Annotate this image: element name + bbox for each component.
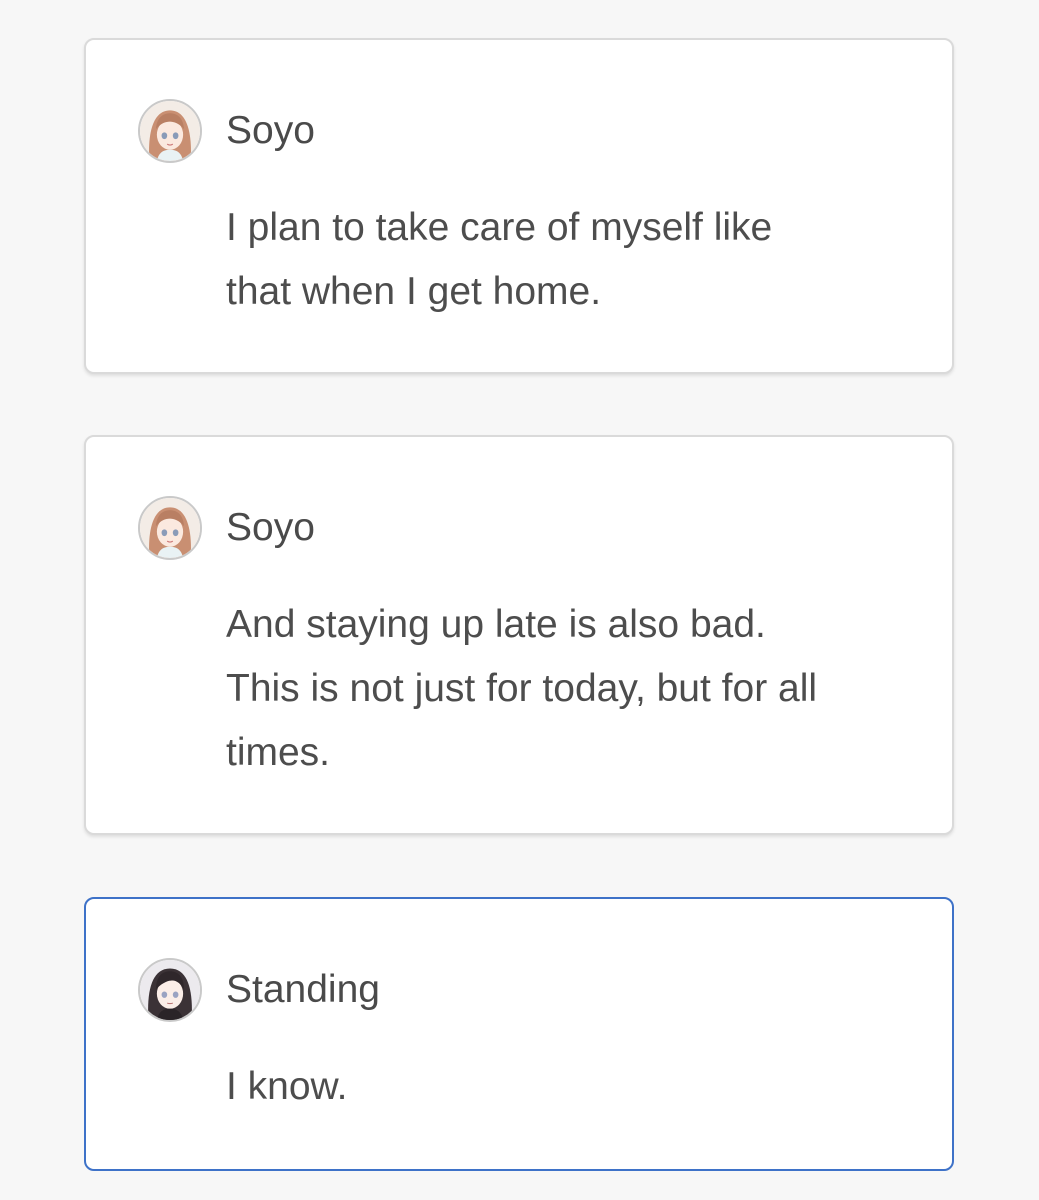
- message-text: And staying up late is also bad. This is…: [226, 593, 912, 785]
- dialogue-card-3[interactable]: Standing I know.: [84, 897, 954, 1171]
- speaker-name: Standing: [226, 968, 380, 1011]
- speaker-name: Soyo: [226, 109, 315, 152]
- dialogue-card-1[interactable]: Soyo I plan to take care of myself like …: [84, 38, 954, 374]
- dialogue-header: Soyo: [138, 495, 315, 561]
- message-text: I know.: [226, 1055, 912, 1119]
- message-text: I plan to take care of myself like that …: [226, 196, 912, 324]
- standing-avatar-icon: [138, 958, 202, 1022]
- soyo-avatar-icon: [138, 496, 202, 560]
- dialogue-card-2[interactable]: Soyo And staying up late is also bad. Th…: [84, 435, 954, 835]
- message-line: This is not just for today, but for all: [226, 667, 818, 710]
- message-line: I know.: [226, 1065, 348, 1108]
- soyo-avatar-icon: [138, 99, 202, 163]
- message-line: And staying up late is also bad.: [226, 603, 766, 646]
- message-line: that when I get home.: [226, 270, 602, 313]
- message-line: times.: [226, 731, 331, 774]
- dialogue-header: Soyo: [138, 98, 315, 164]
- speaker-name: Soyo: [226, 506, 315, 549]
- dialogue-header: Standing: [138, 957, 380, 1023]
- message-line: I plan to take care of myself like: [226, 206, 773, 249]
